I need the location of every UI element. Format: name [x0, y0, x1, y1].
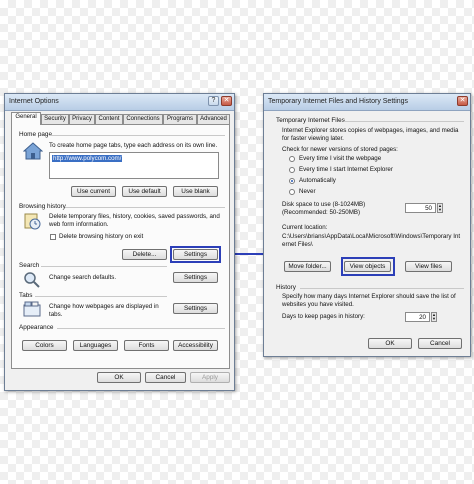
divider	[41, 266, 167, 267]
delete-on-exit-label: Delete browsing history on exit	[59, 233, 144, 240]
tab-connections[interactable]: Connections	[123, 114, 163, 124]
divider	[344, 121, 464, 122]
history-description: Specify how many days Internet Explorer …	[282, 293, 456, 308]
use-default-button[interactable]: Use default	[122, 186, 167, 197]
check-newer-label: Check for newer versions of stored pages…	[282, 146, 398, 153]
tabs-group-label: Tabs	[19, 292, 33, 299]
disk-space-label: Disk space to use (8-1024MB)	[282, 201, 366, 208]
tabs-settings-button[interactable]: Settings	[173, 303, 218, 314]
disk-space-stepper[interactable]: 50	[405, 203, 436, 213]
radio-never[interactable]	[289, 189, 295, 195]
fonts-button[interactable]: Fonts	[124, 340, 169, 351]
search-group-label: Search	[19, 262, 40, 269]
use-blank-button[interactable]: Use blank	[173, 186, 218, 197]
ok-button[interactable]: OK	[368, 338, 412, 349]
title-bar: Internet Options ? ✕	[5, 94, 234, 111]
tab-programs[interactable]: Programs	[163, 114, 197, 124]
days-stepper-arrows[interactable]: ▲ ▼	[431, 312, 437, 322]
search-description: Change search defaults.	[49, 274, 117, 281]
close-button[interactable]: ✕	[457, 96, 468, 106]
radio-every-visit[interactable]	[289, 156, 295, 162]
radio-automatically-label: Automatically	[299, 177, 336, 184]
delete-on-exit-checkbox[interactable]	[50, 234, 56, 240]
tabs-icon	[23, 301, 41, 317]
radio-every-start-label: Every time I start Internet Explorer	[299, 166, 393, 173]
use-current-button[interactable]: Use current	[71, 186, 116, 197]
dialog-title: Temporary Internet Files and History Set…	[268, 98, 409, 105]
home-page-url: http://www.polycom.com/	[52, 155, 123, 162]
tab-privacy[interactable]: Privacy	[69, 114, 95, 124]
home-icon	[23, 142, 43, 160]
radio-every-start[interactable]	[289, 167, 295, 173]
divider	[57, 328, 225, 329]
view-objects-highlight	[341, 257, 395, 276]
disk-space-stepper-arrows[interactable]: ▲ ▼	[437, 203, 443, 213]
accessibility-button[interactable]: Accessibility	[173, 340, 218, 351]
cancel-button[interactable]: Cancel	[418, 338, 462, 349]
disk-space-recommended: (Recommended: 50-250MB)	[282, 209, 361, 216]
tab-advanced[interactable]: Advanced	[197, 114, 230, 124]
internet-options-dialog: Internet Options ? ✕ General Security Pr…	[4, 93, 235, 391]
languages-button[interactable]: Languages	[73, 340, 118, 351]
magnifier-icon	[24, 272, 40, 288]
home-page-group-label: Home page	[19, 131, 53, 138]
history-group-label: History	[276, 284, 296, 291]
current-location-path: C:\Users\brians\AppData\Local\Microsoft\…	[282, 233, 461, 248]
temporary-files-dialog: Temporary Internet Files and History Set…	[263, 93, 471, 357]
tab-content[interactable]: Content	[95, 114, 123, 124]
ok-button[interactable]: OK	[97, 372, 141, 383]
days-stepper[interactable]: 20	[405, 312, 430, 322]
browsing-history-group-label: Browsing history	[19, 203, 66, 210]
appearance-group-label: Appearance	[19, 324, 54, 331]
home-page-description: To create home page tabs, type each addr…	[49, 142, 218, 149]
divider	[300, 288, 464, 289]
radio-automatically[interactable]	[289, 178, 295, 184]
colors-button[interactable]: Colors	[22, 340, 67, 351]
tab-security[interactable]: Security	[41, 114, 69, 124]
temporary-files-description: Internet Explorer stores copies of webpa…	[282, 127, 459, 142]
title-bar: Temporary Internet Files and History Set…	[264, 94, 470, 111]
divider	[49, 135, 225, 136]
help-button[interactable]: ?	[208, 96, 219, 106]
days-label: Days to keep pages in history:	[282, 313, 365, 320]
browsing-history-description: Delete temporary files, history, cookies…	[49, 213, 220, 228]
temporary-files-group-label: Temporary Internet Files	[276, 117, 345, 124]
cancel-button[interactable]: Cancel	[145, 372, 186, 383]
delete-button[interactable]: Delete...	[122, 249, 167, 260]
home-page-url-textarea[interactable]: http://www.polycom.com/	[49, 152, 219, 179]
dialog-title: Internet Options	[9, 98, 59, 105]
tabs-description: Change how webpages are displayed in tab…	[49, 303, 159, 318]
divider	[65, 207, 225, 208]
radio-every-visit-label: Every time I visit the webpage	[299, 155, 382, 162]
history-icon	[24, 213, 41, 230]
tab-general[interactable]: General	[11, 112, 41, 125]
view-files-button[interactable]: View files	[405, 261, 452, 272]
search-settings-button[interactable]: Settings	[173, 272, 218, 283]
move-folder-button[interactable]: Move folder...	[284, 261, 331, 272]
settings-highlight	[170, 246, 221, 263]
close-button[interactable]: ✕	[221, 96, 232, 106]
radio-never-label: Never	[299, 188, 316, 195]
divider	[35, 296, 167, 297]
apply-button[interactable]: Apply	[190, 372, 230, 383]
current-location-label: Current location:	[282, 224, 328, 231]
